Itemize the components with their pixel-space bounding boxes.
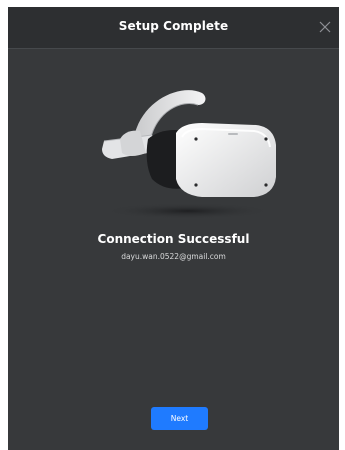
title-divider (8, 48, 339, 49)
vr-headset-illustration (102, 90, 276, 219)
dialog-title: Setup Complete (118, 19, 229, 33)
close-icon[interactable] (317, 19, 333, 35)
account-email: dayu.wan.0522@gmail.com (121, 252, 226, 261)
title-bar: Setup Complete (8, 7, 339, 48)
connection-status-heading: Connection Successful (97, 232, 250, 246)
setup-dialog: Setup Complete Connection Successful day… (8, 7, 339, 450)
next-button[interactable]: Next (151, 407, 208, 430)
